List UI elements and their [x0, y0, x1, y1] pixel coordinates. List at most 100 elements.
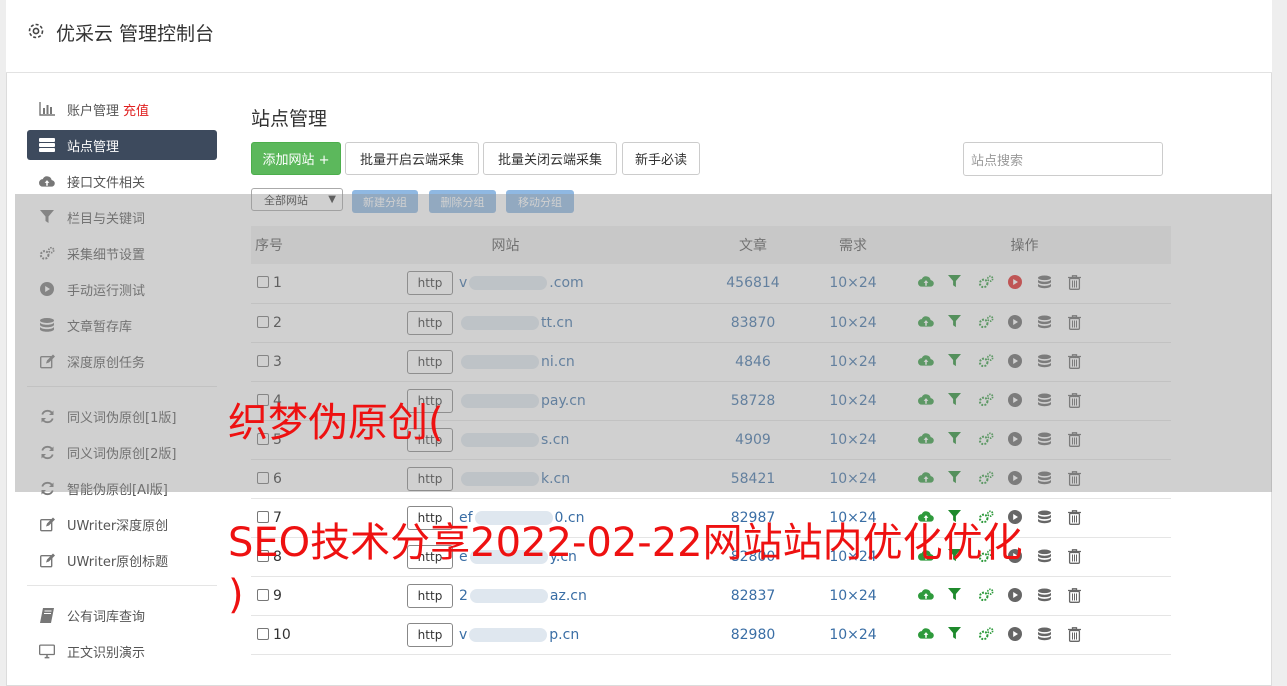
- sidebar-item-10[interactable]: 智能伪原创[AI版]: [27, 473, 217, 503]
- database-icon[interactable]: [1038, 354, 1054, 370]
- gears-icon[interactable]: [978, 353, 994, 370]
- sidebar-item-11[interactable]: UWriter深度原创: [27, 509, 217, 539]
- add-site-button[interactable]: 添加网站 +: [251, 142, 341, 175]
- cloud-upload-icon[interactable]: [918, 432, 934, 448]
- gears-icon[interactable]: [978, 431, 994, 448]
- database-icon[interactable]: [1038, 275, 1054, 291]
- site-link[interactable]: k.cn: [459, 471, 570, 487]
- trash-icon[interactable]: [1068, 353, 1084, 370]
- filter-icon[interactable]: [948, 587, 964, 604]
- sidebar-item-13[interactable]: 公有词库查询: [27, 600, 217, 630]
- cloud-upload-icon[interactable]: [918, 354, 934, 370]
- filter-icon[interactable]: [948, 392, 964, 409]
- batch-disable-cloud-button[interactable]: 批量关闭云端采集: [483, 142, 617, 175]
- article-count[interactable]: 58728: [678, 381, 828, 420]
- filter-icon[interactable]: [948, 431, 964, 448]
- gears-icon[interactable]: [978, 275, 994, 291]
- sidebar-item-4[interactable]: 采集细节设置: [27, 238, 217, 268]
- trash-icon[interactable]: [1068, 275, 1084, 291]
- site-link[interactable]: ni.cn: [459, 354, 575, 370]
- play-circle-icon[interactable]: [1008, 275, 1024, 291]
- demand-value[interactable]: 10×24: [828, 420, 878, 459]
- database-icon[interactable]: [1038, 315, 1054, 331]
- site-search-input[interactable]: 站点搜索: [963, 142, 1163, 176]
- demand-value[interactable]: 10×24: [828, 615, 878, 654]
- demand-value[interactable]: 10×24: [828, 303, 878, 342]
- trash-icon[interactable]: [1068, 587, 1084, 604]
- demand-value[interactable]: 10×24: [828, 459, 878, 498]
- site-link[interactable]: s.cn: [459, 432, 569, 448]
- cloud-upload-icon[interactable]: [918, 588, 934, 604]
- database-icon[interactable]: [1038, 393, 1054, 409]
- play-circle-icon[interactable]: [1008, 314, 1024, 331]
- database-icon[interactable]: [1038, 588, 1054, 604]
- cloud-upload-icon[interactable]: [918, 315, 934, 331]
- gears-icon[interactable]: [978, 392, 994, 409]
- sidebar-item-2[interactable]: 接口文件相关: [27, 166, 217, 196]
- guide-button[interactable]: 新手必读: [622, 142, 700, 175]
- sidebar-item-6[interactable]: 文章暂存库: [27, 310, 217, 340]
- demand-value[interactable]: 10×24: [828, 342, 878, 381]
- trash-icon[interactable]: [1068, 626, 1084, 643]
- delete-group-button[interactable]: 删除分组: [429, 190, 496, 213]
- article-count[interactable]: 4846: [678, 342, 828, 381]
- row-checkbox[interactable]: [257, 588, 269, 601]
- sidebar-item-12[interactable]: UWriter原创标题: [27, 545, 217, 575]
- cloud-upload-icon[interactable]: [918, 275, 934, 291]
- demand-value[interactable]: 10×24: [828, 576, 878, 615]
- article-count[interactable]: 58421: [678, 459, 828, 498]
- row-checkbox[interactable]: [257, 627, 269, 640]
- row-checkbox[interactable]: [257, 276, 269, 289]
- article-count[interactable]: 82837: [678, 576, 828, 615]
- row-checkbox[interactable]: [257, 354, 269, 367]
- sidebar-item-8[interactable]: 同义词伪原创[1版]: [27, 401, 217, 431]
- trash-icon[interactable]: [1068, 392, 1084, 409]
- article-count[interactable]: 83870: [678, 303, 828, 342]
- gears-icon[interactable]: [978, 587, 994, 604]
- sidebar-item-3[interactable]: 栏目与关键词: [27, 202, 217, 232]
- article-count[interactable]: 456814: [678, 264, 828, 303]
- sidebar-item-5[interactable]: 手动运行测试: [27, 274, 217, 304]
- new-group-button[interactable]: 新建分组: [352, 190, 418, 213]
- site-link[interactable]: tt.cn: [459, 315, 573, 331]
- site-link[interactable]: 2 az.cn: [459, 588, 587, 604]
- filter-icon[interactable]: [948, 314, 964, 331]
- play-circle-icon[interactable]: [1008, 626, 1024, 643]
- demand-value[interactable]: 10×24: [828, 264, 878, 303]
- sidebar-item-9[interactable]: 同义词伪原创[2版]: [27, 437, 217, 467]
- sidebar-item-1[interactable]: 站点管理: [27, 130, 217, 160]
- site-link[interactable]: v p.cn: [459, 627, 579, 643]
- cloud-upload-icon[interactable]: [918, 627, 934, 643]
- filter-icon[interactable]: [948, 470, 964, 487]
- play-circle-icon[interactable]: [1008, 353, 1024, 370]
- site-link[interactable]: pay.cn: [459, 393, 586, 409]
- filter-icon[interactable]: [948, 353, 964, 370]
- cloud-upload-icon[interactable]: [918, 471, 934, 487]
- database-icon[interactable]: [1038, 471, 1054, 487]
- database-icon[interactable]: [1038, 549, 1054, 565]
- sidebar-item-0[interactable]: 账户管理 充值: [27, 94, 217, 124]
- filter-icon[interactable]: [948, 275, 964, 291]
- sidebar-item-7[interactable]: 深度原创任务: [27, 346, 217, 376]
- recharge-link[interactable]: 充值: [123, 100, 149, 119]
- site-link[interactable]: v .com: [459, 275, 584, 291]
- database-icon[interactable]: [1038, 432, 1054, 448]
- play-circle-icon[interactable]: [1008, 392, 1024, 409]
- trash-icon[interactable]: [1068, 509, 1084, 526]
- gears-icon[interactable]: [978, 470, 994, 487]
- gears-icon[interactable]: [978, 314, 994, 331]
- database-icon[interactable]: [1038, 627, 1054, 643]
- group-select[interactable]: 全部网站 ▼: [251, 188, 343, 211]
- demand-value[interactable]: 10×24: [828, 381, 878, 420]
- play-circle-icon[interactable]: [1008, 587, 1024, 604]
- trash-icon[interactable]: [1068, 470, 1084, 487]
- row-checkbox[interactable]: [257, 471, 269, 484]
- play-circle-icon[interactable]: [1008, 431, 1024, 448]
- gears-icon[interactable]: [978, 626, 994, 643]
- play-circle-icon[interactable]: [1008, 470, 1024, 487]
- filter-icon[interactable]: [948, 626, 964, 643]
- move-group-button[interactable]: 移动分组: [506, 190, 574, 213]
- article-count[interactable]: 82980: [678, 615, 828, 654]
- trash-icon[interactable]: [1068, 548, 1084, 565]
- row-checkbox[interactable]: [257, 315, 269, 328]
